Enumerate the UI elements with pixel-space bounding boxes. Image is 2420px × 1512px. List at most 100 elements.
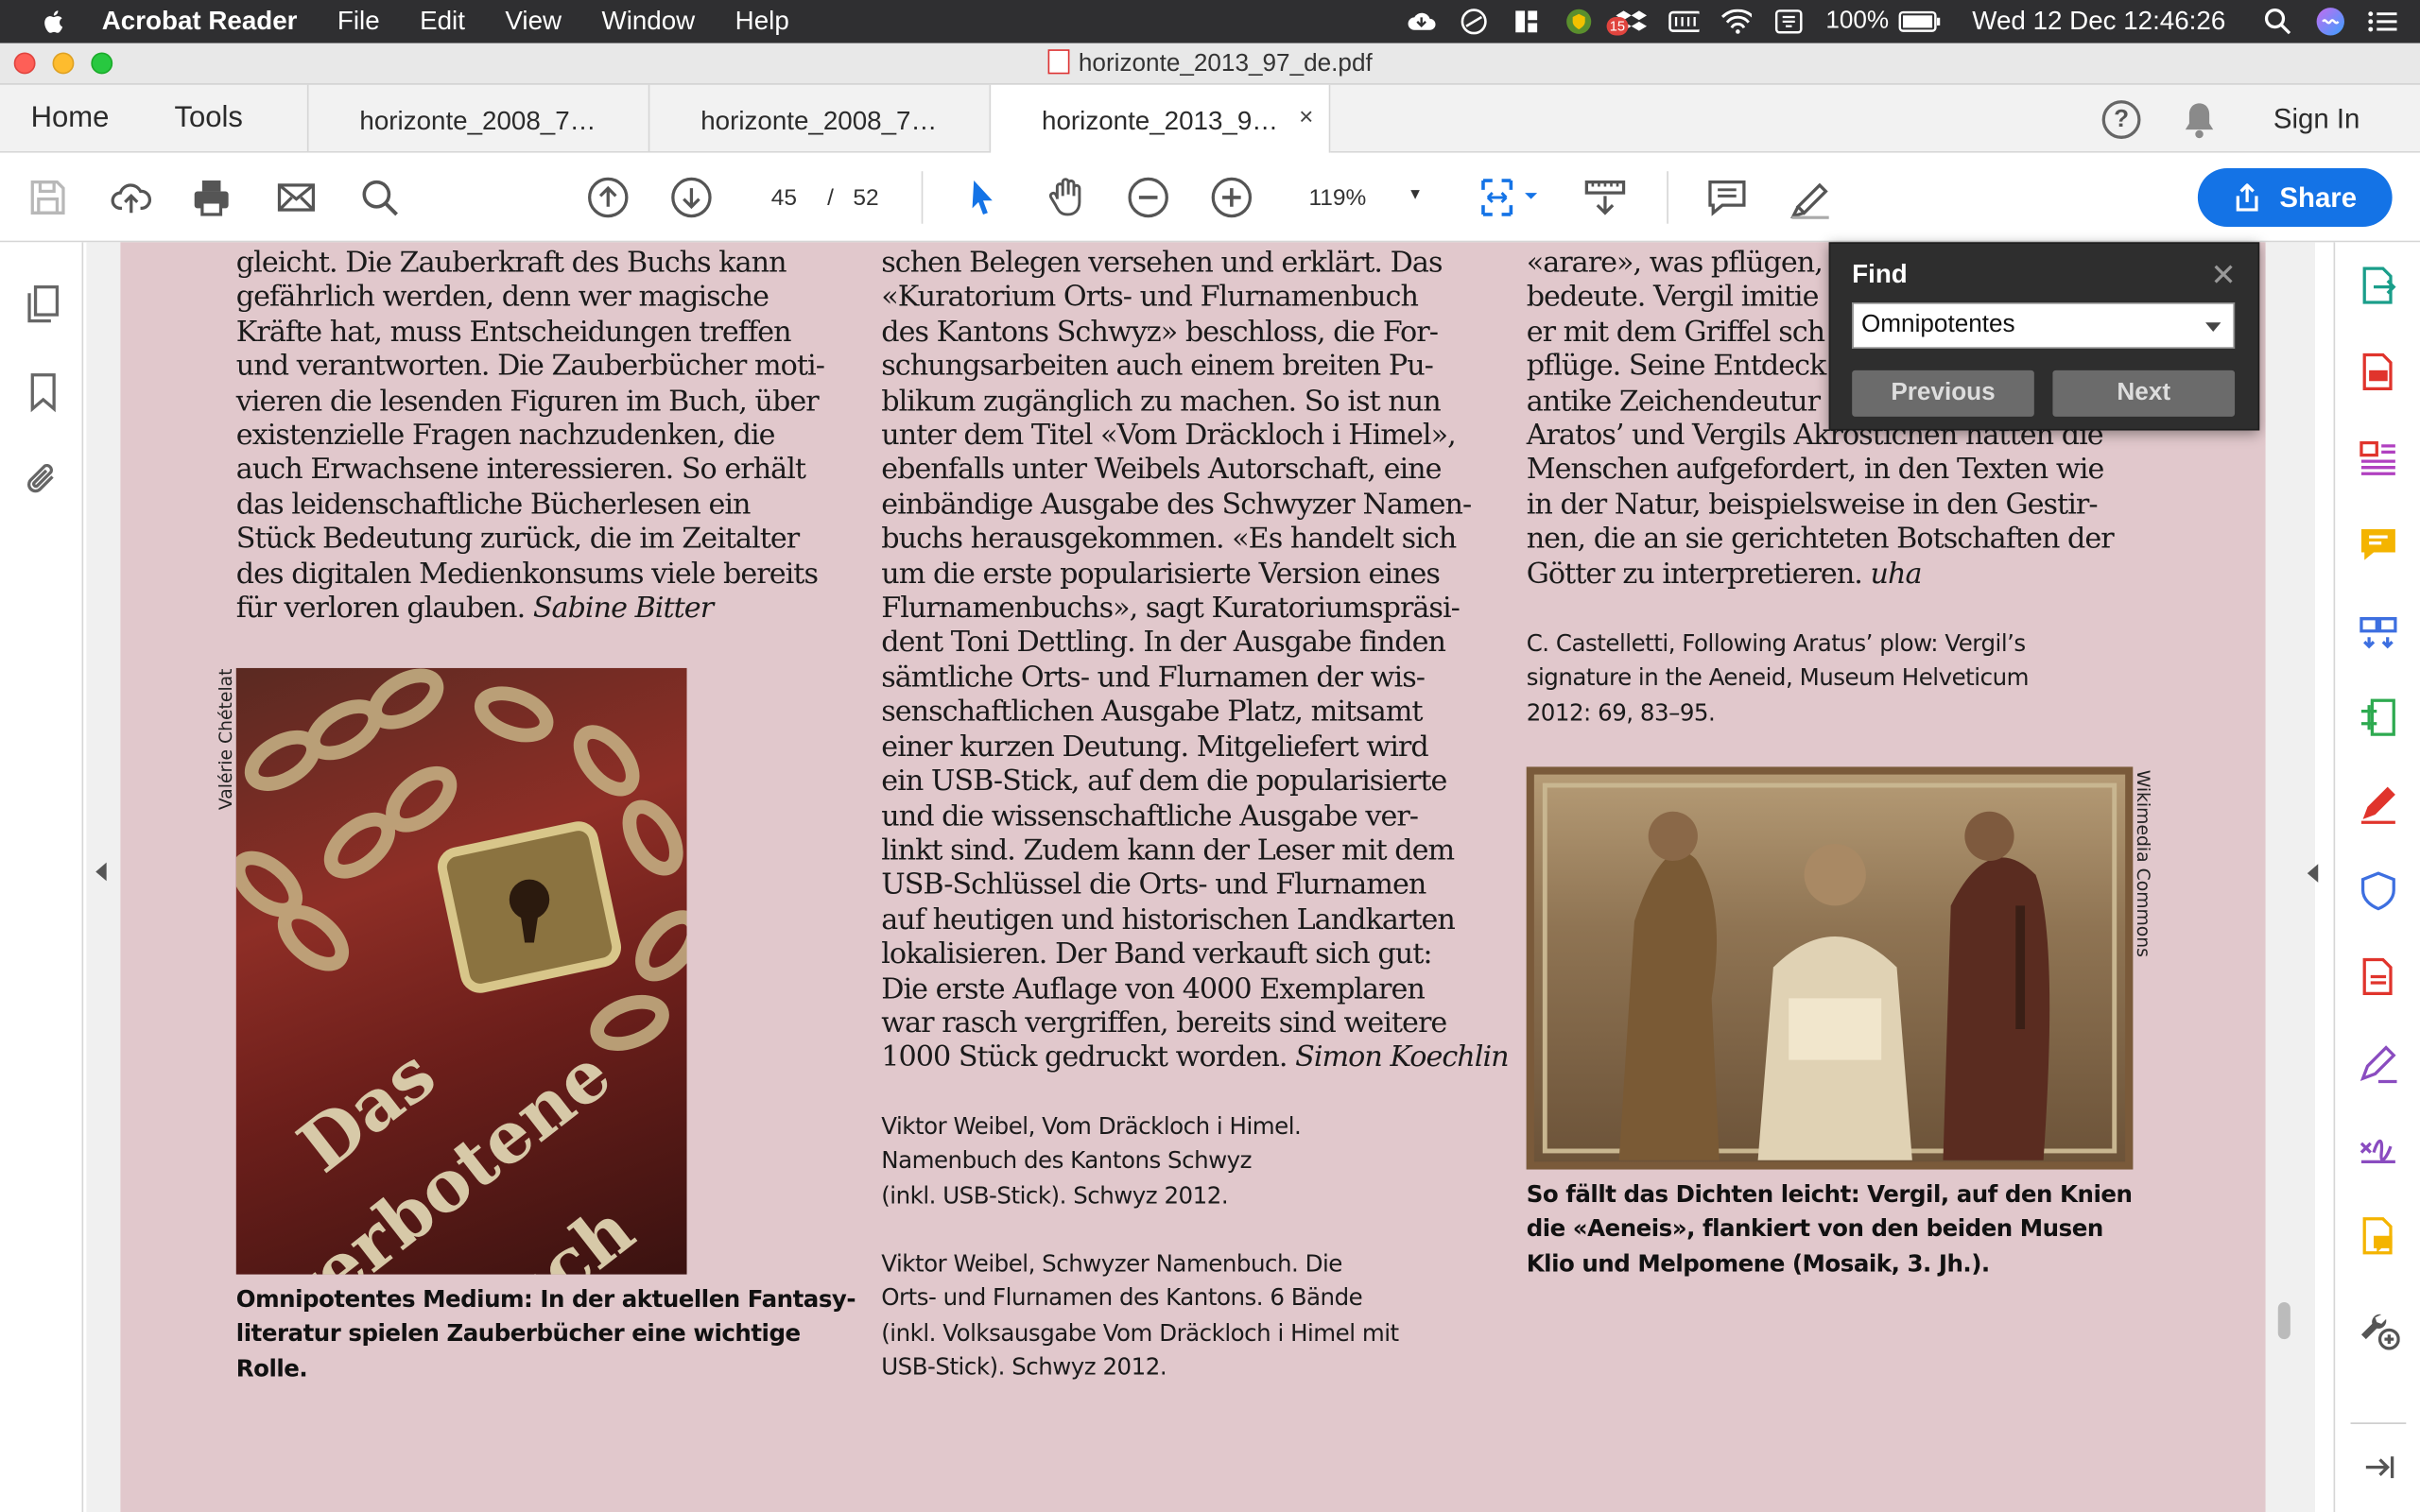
compare-files-icon[interactable]: [2357, 610, 2400, 653]
email-icon[interactable]: [273, 174, 320, 220]
find-search-input[interactable]: Omnipotentes: [1852, 301, 2236, 349]
search-icon[interactable]: [356, 174, 403, 220]
text-line: des Kantons Schwyz» beschloss, die For-: [881, 316, 1439, 349]
home-nav[interactable]: Home: [31, 102, 110, 136]
document-tab-3-active[interactable]: horizonte_2013_9… ×: [989, 84, 1331, 155]
previous-page-icon[interactable]: [585, 174, 631, 220]
keyboard-input-icon[interactable]: [1773, 8, 1805, 35]
save-icon[interactable]: [25, 174, 71, 220]
creative-cloud-icon[interactable]: [1406, 8, 1437, 35]
fit-page-icon[interactable]: [1474, 174, 1542, 220]
text-line: um die erste popularisierte Version eine…: [881, 558, 1441, 591]
siri-icon[interactable]: [2315, 8, 2346, 36]
find-previous-button[interactable]: Previous: [1852, 369, 2034, 417]
do-not-disturb-icon[interactable]: [1459, 8, 1490, 35]
reference-3: C. Castelletti, Following Aratus’ plow: …: [1526, 627, 2030, 730]
text-span: 1000 Stück gedruckt worden.: [881, 1041, 1288, 1074]
document-scrollbar-thumb[interactable]: [2277, 1301, 2290, 1340]
protect-shield-icon[interactable]: [2357, 868, 2400, 912]
fill-sign-icon[interactable]: [2357, 782, 2400, 826]
collapse-tools-pane-icon[interactable]: [2357, 1446, 2400, 1489]
edit-signature-icon[interactable]: [2357, 1041, 2400, 1085]
collapse-right-arrow-icon[interactable]: [2307, 864, 2319, 883]
menu-help[interactable]: Help: [735, 7, 789, 38]
select-cursor-icon[interactable]: [960, 174, 1007, 220]
reference-2: Viktor Weibel, Schwyzer Namenbuch. Die O…: [881, 1246, 1399, 1384]
magnet-window-icon[interactable]: [1511, 8, 1542, 35]
memory-chip-icon[interactable]: [1668, 8, 1700, 35]
document-tab-1[interactable]: horizonte_2008_7…: [306, 84, 648, 153]
toolbar-divider: [1667, 171, 1668, 224]
menu-app-name[interactable]: Acrobat Reader: [102, 7, 298, 38]
document-tab-2[interactable]: horizonte_2008_7…: [648, 84, 990, 153]
hand-tool-icon[interactable]: [1044, 174, 1090, 220]
sign-in-link[interactable]: Sign In: [2273, 103, 2360, 135]
find-panel: Find ✕ Omnipotentes Previous Next: [1828, 242, 2260, 431]
export-pdf-icon[interactable]: [2357, 264, 2400, 307]
comment-tool-icon[interactable]: [2357, 523, 2400, 566]
pdf-document-page[interactable]: gleicht. Die Zauberkraft des Buchs kann …: [120, 242, 2266, 1512]
photo-credit: Valérie Chételat: [214, 668, 236, 811]
reference-line: Orts- und Flurnamen des Kantons. 6 Bände: [881, 1284, 1363, 1313]
text-line: schen Belegen versehen und erklärt. Das: [881, 247, 1443, 280]
wifi-icon[interactable]: [1720, 8, 1752, 35]
print-icon[interactable]: [188, 174, 234, 220]
caption-line: Klio und Melpomene (Mosaik, 3. Jh.).: [1526, 1249, 1991, 1278]
zoom-out-icon[interactable]: [1125, 174, 1171, 220]
battery-percent: 100%: [1825, 8, 1890, 34]
notifications-bell-icon[interactable]: [2181, 100, 2218, 140]
notification-center-icon[interactable]: [2367, 8, 2398, 35]
cloud-upload-icon[interactable]: [108, 174, 154, 220]
book-cover-title: Das verbotene Buch: [261, 1031, 649, 1274]
share-button[interactable]: Share: [2197, 167, 2393, 227]
security-shield-icon[interactable]: [1564, 8, 1595, 35]
zoom-dropdown-caret-icon[interactable]: ▼: [1408, 187, 1423, 204]
current-page-input[interactable]: 45: [753, 185, 815, 212]
find-next-button[interactable]: Next: [2052, 369, 2236, 417]
apple-logo-icon[interactable]: [40, 8, 67, 35]
text-line: lokalisieren. Der Band verkauft sich gut…: [881, 937, 1432, 971]
text-line: «Kuratorium Orts- und Flurnamenbuch: [881, 281, 1419, 315]
find-close-icon[interactable]: ✕: [2210, 256, 2236, 295]
organize-pages-icon[interactable]: [2357, 437, 2400, 480]
tools-nav[interactable]: Tools: [174, 102, 242, 136]
collapse-left-arrow-icon[interactable]: [95, 862, 107, 882]
read-mode-icon[interactable]: [1582, 174, 1628, 220]
text-line: Die erste Auflage von 4000 Exemplaren: [881, 972, 1426, 1005]
close-tab-icon[interactable]: ×: [1299, 105, 1313, 132]
page-thumbnails-icon[interactable]: [22, 283, 65, 326]
menu-window[interactable]: Window: [602, 7, 696, 38]
text-line: senschaftlichen Ausgabe Platz, mitsamt: [881, 696, 1423, 730]
menu-file[interactable]: File: [337, 7, 380, 38]
menu-edit[interactable]: Edit: [420, 7, 465, 38]
dropbox-icon[interactable]: 15: [1606, 8, 1647, 36]
right-pane-collapse-handle[interactable]: [2265, 242, 2319, 1512]
bookmarks-icon[interactable]: [22, 370, 65, 414]
help-icon[interactable]: ?: [2101, 100, 2141, 139]
menubar-clock[interactable]: Wed 12 Dec 12:46:26: [1972, 7, 2225, 38]
next-page-icon[interactable]: [668, 174, 715, 220]
text-line: Kräfte hat, muss Entscheidungen treffen: [235, 316, 792, 349]
find-history-dropdown-icon[interactable]: [2205, 322, 2221, 333]
text-line: ein USB-Stick, auf dem die popularisiert…: [881, 765, 1447, 799]
optimize-pdf-icon[interactable]: [2357, 955, 2400, 999]
toolbar: 45 / 52 119% ▼ Share: [0, 152, 2420, 243]
comment-icon[interactable]: [1703, 174, 1750, 220]
reference-line: C. Castelletti, Following Aratus’ plow: …: [1526, 629, 2027, 658]
zoom-level-input[interactable]: 119%: [1308, 185, 1366, 212]
menu-view[interactable]: View: [505, 7, 562, 38]
scan-ocr-icon[interactable]: [2357, 696, 2400, 739]
zoom-in-icon[interactable]: [1208, 174, 1254, 220]
request-signatures-icon[interactable]: [2357, 1127, 2400, 1171]
text-line: des digitalen Medienkonsums viele bereit…: [235, 558, 819, 591]
battery-icon[interactable]: [1898, 8, 1942, 35]
attachments-paperclip-icon[interactable]: [22, 458, 65, 502]
left-pane-collapse-handle[interactable]: [86, 242, 121, 1512]
create-pdf-icon[interactable]: [2357, 351, 2400, 394]
highlight-pen-icon[interactable]: [1788, 174, 1834, 220]
send-for-comments-icon[interactable]: [2357, 1214, 2400, 1258]
text-line: sämtliche Orts- und Flurnamen der wis-: [881, 662, 1426, 695]
text-line: buchs herausgekommen. «Es handelt sich: [881, 523, 1457, 557]
more-tools-icon[interactable]: [2357, 1307, 2400, 1350]
spotlight-search-icon[interactable]: [2262, 8, 2293, 35]
